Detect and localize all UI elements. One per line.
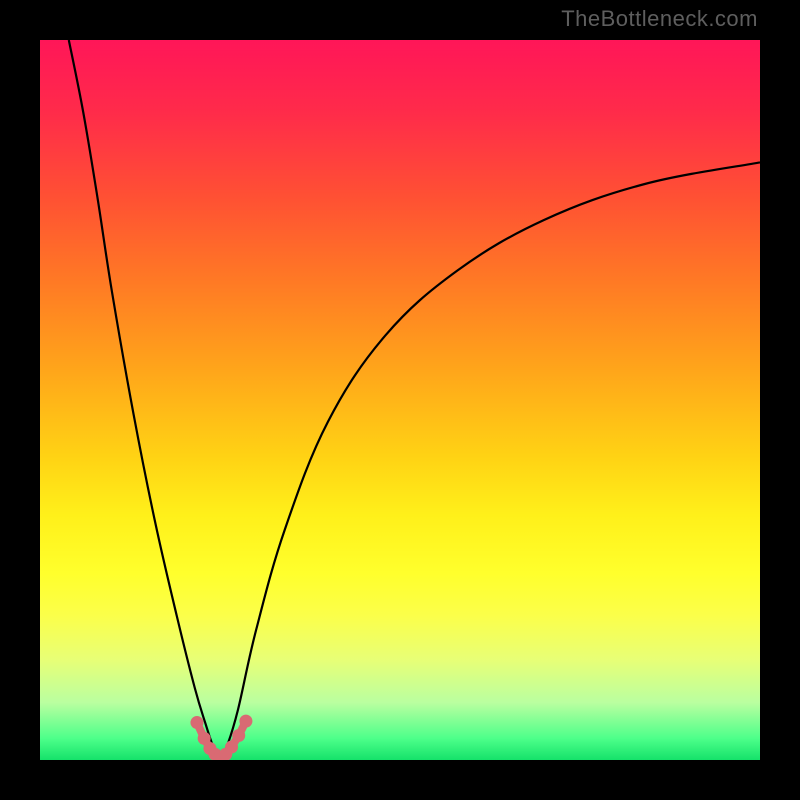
chart-svg	[40, 40, 760, 760]
left-curve	[69, 40, 220, 760]
valley-dot	[225, 741, 238, 754]
plot-area	[40, 40, 760, 760]
valley-dots	[190, 715, 252, 760]
valley-dot	[239, 715, 252, 728]
valley-dot	[232, 729, 245, 742]
valley-dot	[190, 716, 203, 729]
attribution-label: TheBottleneck.com	[561, 6, 758, 32]
chart-frame: TheBottleneck.com	[0, 0, 800, 800]
right-curve	[220, 162, 760, 760]
